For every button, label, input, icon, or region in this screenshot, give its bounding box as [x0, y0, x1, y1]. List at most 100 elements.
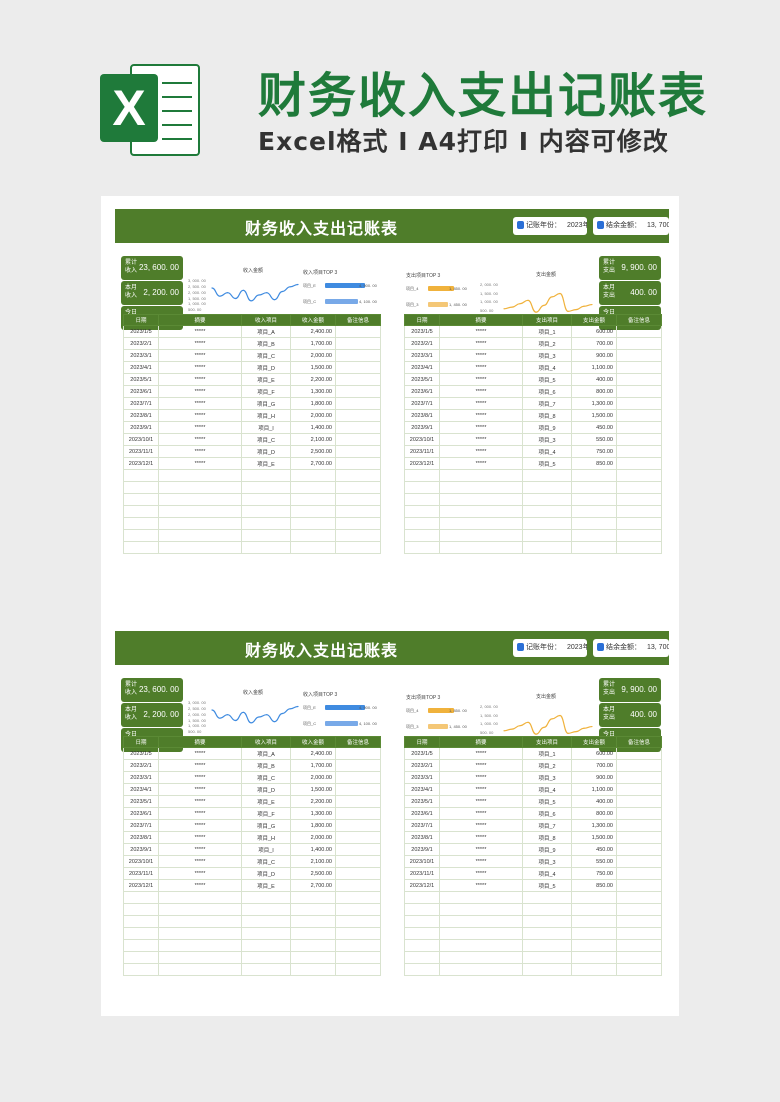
table-cell[interactable]: [404, 505, 440, 518]
table-cell[interactable]: 2023/4/1: [404, 361, 440, 374]
table-cell[interactable]: 800.00: [571, 385, 617, 398]
table-cell[interactable]: 项目_B: [241, 337, 291, 350]
table-cell[interactable]: *****: [439, 445, 523, 458]
table-cell[interactable]: [158, 903, 242, 916]
table-cell[interactable]: [123, 481, 159, 494]
table-cell[interactable]: 2023/1/5: [123, 325, 159, 338]
table-cell[interactable]: 项目_C: [241, 349, 291, 362]
table-cell[interactable]: [158, 469, 242, 482]
table-cell[interactable]: [404, 481, 440, 494]
table-cell[interactable]: [522, 891, 572, 904]
table-cell[interactable]: [522, 469, 572, 482]
table-cell[interactable]: [571, 951, 617, 964]
table-cell[interactable]: 项目_6: [522, 385, 572, 398]
table-cell[interactable]: 2023/4/1: [123, 361, 159, 374]
table-cell[interactable]: 1,700.00: [290, 337, 336, 350]
table-cell[interactable]: [290, 505, 336, 518]
table-cell[interactable]: [616, 529, 662, 542]
table-cell[interactable]: *****: [158, 867, 242, 880]
table-cell[interactable]: 项目_6: [522, 807, 572, 820]
table-cell[interactable]: [439, 951, 523, 964]
table-cell[interactable]: [616, 915, 662, 928]
table-cell[interactable]: [335, 421, 381, 434]
table-cell[interactable]: [158, 529, 242, 542]
table-cell[interactable]: 2,000.00: [290, 771, 336, 784]
table-cell[interactable]: [290, 481, 336, 494]
table-cell[interactable]: [616, 469, 662, 482]
table-cell[interactable]: [158, 951, 242, 964]
table-cell[interactable]: [335, 517, 381, 530]
table-cell[interactable]: [123, 939, 159, 952]
table-cell[interactable]: [158, 891, 242, 904]
table-cell[interactable]: *****: [439, 385, 523, 398]
table-cell[interactable]: 项目_7: [522, 397, 572, 410]
table-cell[interactable]: 2023/1/5: [123, 747, 159, 760]
table-cell[interactable]: 2023/9/1: [404, 421, 440, 434]
table-cell[interactable]: 项目_D: [241, 361, 291, 374]
table-cell[interactable]: [439, 493, 523, 506]
table-cell[interactable]: [439, 915, 523, 928]
table-cell[interactable]: 2023/11/1: [123, 867, 159, 880]
table-cell[interactable]: 2023/10/1: [123, 433, 159, 446]
table-cell[interactable]: 2023/12/1: [404, 457, 440, 470]
table-cell[interactable]: *****: [439, 867, 523, 880]
table-cell[interactable]: *****: [439, 373, 523, 386]
table-cell[interactable]: [522, 505, 572, 518]
table-cell[interactable]: 2023/9/1: [404, 843, 440, 856]
table-cell[interactable]: [290, 903, 336, 916]
table-cell[interactable]: 1,300.00: [290, 385, 336, 398]
table-cell[interactable]: 700.00: [571, 337, 617, 350]
table-cell[interactable]: 项目_C: [241, 433, 291, 446]
table-cell[interactable]: 850.00: [571, 457, 617, 470]
table-cell[interactable]: 1,300.00: [571, 819, 617, 832]
table-cell[interactable]: 项目_D: [241, 445, 291, 458]
table-cell[interactable]: *****: [158, 421, 242, 434]
table-cell[interactable]: [241, 505, 291, 518]
table-cell[interactable]: [123, 529, 159, 542]
table-cell[interactable]: 项目_4: [522, 361, 572, 374]
table-cell[interactable]: 750.00: [571, 445, 617, 458]
table-cell[interactable]: [335, 951, 381, 964]
table-cell[interactable]: 项目_E: [241, 457, 291, 470]
table-cell[interactable]: 2023/6/1: [404, 807, 440, 820]
table-cell[interactable]: [404, 493, 440, 506]
table-cell[interactable]: [439, 517, 523, 530]
table-cell[interactable]: [571, 541, 617, 554]
table-cell[interactable]: *****: [158, 747, 242, 760]
table-cell[interactable]: [241, 517, 291, 530]
table-cell[interactable]: 2023/8/1: [404, 409, 440, 422]
table-cell[interactable]: [335, 325, 381, 338]
table-cell[interactable]: [335, 843, 381, 856]
table-cell[interactable]: [522, 529, 572, 542]
table-cell[interactable]: [404, 541, 440, 554]
table-cell[interactable]: 项目_9: [522, 843, 572, 856]
table-cell[interactable]: *****: [158, 831, 242, 844]
table-cell[interactable]: [616, 963, 662, 976]
table-cell[interactable]: [616, 505, 662, 518]
table-cell[interactable]: [123, 517, 159, 530]
table-cell[interactable]: *****: [439, 747, 523, 760]
table-cell[interactable]: [335, 915, 381, 928]
table-cell[interactable]: [522, 939, 572, 952]
table-cell[interactable]: [571, 891, 617, 904]
table-cell[interactable]: [335, 337, 381, 350]
table-cell[interactable]: [335, 469, 381, 482]
table-cell[interactable]: [522, 517, 572, 530]
table-cell[interactable]: 2023/5/1: [404, 373, 440, 386]
table-cell[interactable]: 1,400.00: [290, 843, 336, 856]
table-cell[interactable]: [123, 493, 159, 506]
table-cell[interactable]: 项目_4: [522, 783, 572, 796]
table-cell[interactable]: 项目_C: [241, 855, 291, 868]
table-cell[interactable]: 2023/5/1: [123, 795, 159, 808]
table-cell[interactable]: 2023/9/1: [123, 421, 159, 434]
table-cell[interactable]: [439, 891, 523, 904]
table-cell[interactable]: 1,500.00: [290, 361, 336, 374]
table-cell[interactable]: 1,300.00: [571, 397, 617, 410]
table-cell[interactable]: *****: [439, 783, 523, 796]
table-cell[interactable]: 项目_5: [522, 795, 572, 808]
table-cell[interactable]: *****: [158, 385, 242, 398]
table-cell[interactable]: [404, 891, 440, 904]
table-cell[interactable]: *****: [158, 771, 242, 784]
table-cell[interactable]: *****: [158, 457, 242, 470]
table-cell[interactable]: *****: [439, 349, 523, 362]
